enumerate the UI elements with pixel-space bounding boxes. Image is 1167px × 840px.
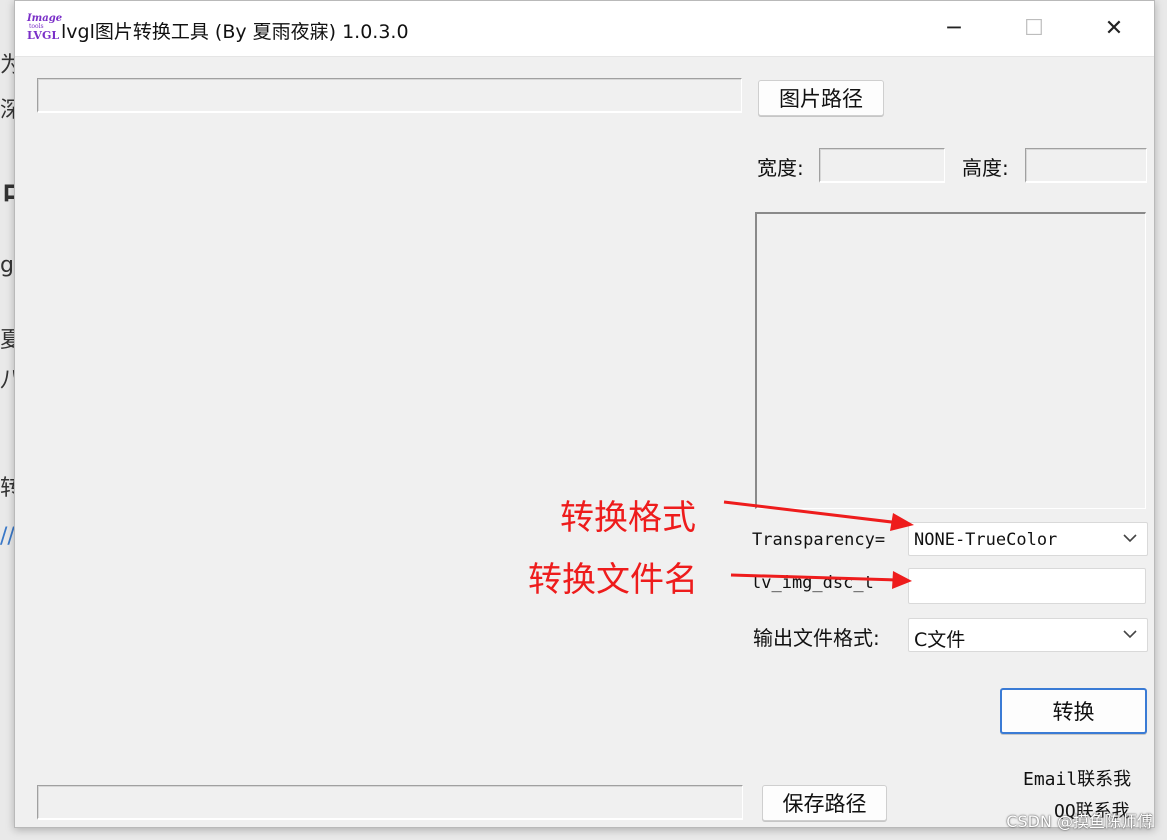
annotation-arrows	[723, 500, 914, 589]
csdn-watermark: CSDN @摸鱼陈师傅	[1006, 812, 1153, 831]
annotation-arrow-icon	[723, 500, 914, 531]
annotation-arrow-icon	[730, 571, 912, 589]
